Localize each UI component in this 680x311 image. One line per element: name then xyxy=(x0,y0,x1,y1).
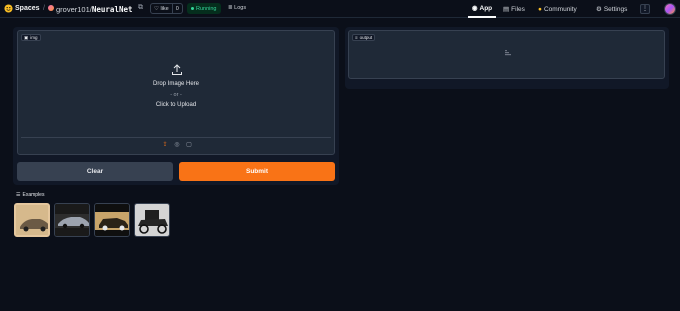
webcam-icon[interactable]: ◎ xyxy=(173,141,181,149)
tab-settings-label: Settings xyxy=(603,5,628,13)
owner-avatar xyxy=(48,5,54,11)
clear-button[interactable]: Clear xyxy=(17,162,173,181)
logs-icon: ≣ xyxy=(228,5,233,11)
example-thumbnail[interactable] xyxy=(134,203,170,237)
status-dot-icon xyxy=(191,7,194,10)
upload-source-icon[interactable]: ⇪ xyxy=(161,141,169,149)
examples-label: Examples xyxy=(22,192,45,198)
tab-app-label: App xyxy=(479,4,493,12)
example-thumbnail[interactable] xyxy=(94,203,130,237)
output-label-text: output xyxy=(359,35,373,40)
car-image xyxy=(55,204,89,236)
click-to-upload-text[interactable]: Click to Upload xyxy=(18,102,334,108)
repo-link[interactable]: NeuralNet xyxy=(92,5,133,14)
heart-icon: ♡ xyxy=(154,5,159,12)
hf-logo-icon[interactable] xyxy=(4,4,13,13)
tab-settings[interactable]: ⚙ Settings xyxy=(596,0,627,18)
community-icon: ● xyxy=(538,5,542,13)
files-icon: ▤ xyxy=(503,6,510,13)
list-icon: ☰ xyxy=(16,192,21,198)
drop-text: Drop Image Here xyxy=(152,81,200,87)
breadcrumb-separator: / xyxy=(43,5,45,12)
example-thumbnail[interactable] xyxy=(54,203,90,237)
tab-community[interactable]: ● Community xyxy=(538,0,577,18)
logs-button[interactable]: ≣ Logs xyxy=(228,5,246,11)
tab-community-label: Community xyxy=(543,5,577,13)
user-avatar[interactable] xyxy=(664,3,676,15)
gear-icon: ⚙ xyxy=(596,6,602,13)
examples-header: ☰ Examples xyxy=(16,192,44,198)
divider xyxy=(21,137,331,138)
copy-icon[interactable]: ⧉ xyxy=(138,4,146,12)
like-count: 0 xyxy=(171,4,182,13)
more-menu-button[interactable]: ⋮ xyxy=(640,4,650,14)
app-icon: ◉ xyxy=(471,5,478,12)
output-placeholder-icon xyxy=(505,50,511,56)
example-thumbnail[interactable] xyxy=(14,203,50,237)
or-text: - or - xyxy=(170,92,182,98)
output-label: ≡ output xyxy=(352,34,376,41)
car-image xyxy=(16,205,48,235)
brand-link[interactable]: Spaces xyxy=(15,5,40,12)
img-label: ▣ img xyxy=(21,34,41,41)
source-selector: ⇪ ◎ ▢ xyxy=(161,141,193,149)
like-button[interactable]: ♡ like 0 xyxy=(150,3,183,14)
output-area: ≡ output xyxy=(348,30,665,79)
image-upload-area[interactable]: ▣ img Drop Image Here - or - Click to Up… xyxy=(17,30,335,155)
clipboard-icon[interactable]: ▢ xyxy=(185,141,193,149)
submit-button[interactable]: Submit xyxy=(179,162,335,181)
img-label-text: img xyxy=(30,35,38,40)
logs-label: Logs xyxy=(234,5,247,11)
tab-files-label: Files xyxy=(511,5,525,13)
output-label-icon: ≡ xyxy=(355,35,358,40)
upload-icon xyxy=(172,64,182,75)
status-text: Running xyxy=(196,5,217,12)
car-image xyxy=(95,204,129,236)
top-bar: Spaces / grover101/NeuralNet ⧉ ♡ like 0 … xyxy=(0,0,680,18)
like-label: like xyxy=(160,5,169,12)
tab-app[interactable]: ◉ App xyxy=(468,0,496,18)
image-icon: ▣ xyxy=(24,34,29,40)
status-badge[interactable]: Running xyxy=(187,3,221,14)
car-image xyxy=(135,204,169,236)
tab-files[interactable]: ▤ Files xyxy=(503,0,525,18)
owner-link[interactable]: grover101 xyxy=(56,5,90,14)
breadcrumb: grover101/NeuralNet xyxy=(56,5,133,14)
